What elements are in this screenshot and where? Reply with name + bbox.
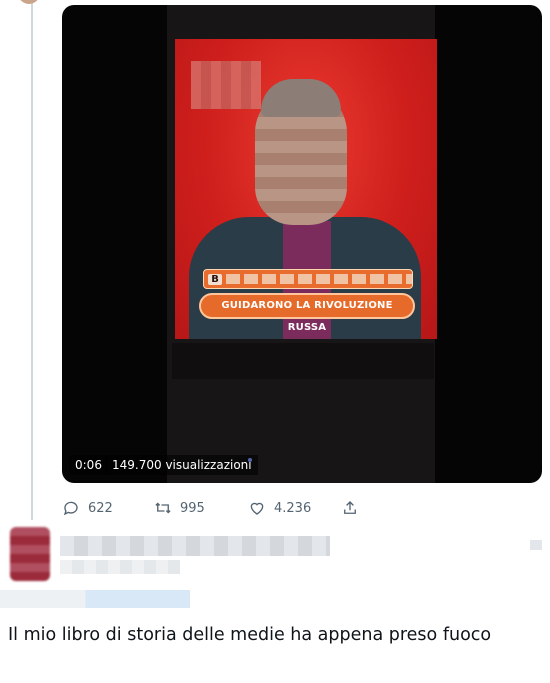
- share-icon: [344, 501, 356, 514]
- action-bar: 622 995 4.236: [62, 496, 362, 520]
- retweet-icon: [155, 502, 171, 514]
- video-player[interactable]: B GUIDARONO LA RIVOLUZIONE RUSSA 0:06 14…: [62, 5, 542, 483]
- board-letter: B: [208, 273, 222, 285]
- blurred-logo: [191, 61, 261, 109]
- thread-line: [31, 0, 33, 520]
- tv-stand: [172, 343, 434, 379]
- comment-icon: [63, 501, 78, 516]
- video-dot: [248, 458, 252, 462]
- video-views: 149.700 visualizzazioni: [106, 455, 258, 475]
- reply-count: 622: [88, 500, 113, 516]
- avatar[interactable]: [18, 0, 40, 4]
- game-clue: GUIDARONO LA RIVOLUZIONE RUSSA: [199, 293, 415, 333]
- avatar[interactable]: [10, 527, 50, 581]
- heart-icon: [250, 502, 264, 515]
- like-button[interactable]: 4.236: [248, 496, 311, 520]
- blurred-reply-to: [0, 590, 190, 608]
- share-button[interactable]: [341, 496, 359, 520]
- retweet-count: 995: [180, 500, 205, 516]
- game-board: B: [203, 269, 413, 289]
- tv-screen: B GUIDARONO LA RIVOLUZIONE RUSSA: [175, 39, 437, 339]
- more-options-icon[interactable]: [530, 540, 542, 550]
- blurred-username: [60, 536, 330, 556]
- board-slots: [226, 274, 412, 284]
- reply-button[interactable]: 622: [62, 496, 113, 520]
- tweet-text: Il mio libro di storia delle medie ha ap…: [8, 625, 492, 645]
- retweet-button[interactable]: 995: [154, 496, 205, 520]
- like-count: 4.236: [274, 500, 312, 516]
- blurred-handle: [60, 560, 180, 574]
- video-time: 0:06: [69, 455, 108, 475]
